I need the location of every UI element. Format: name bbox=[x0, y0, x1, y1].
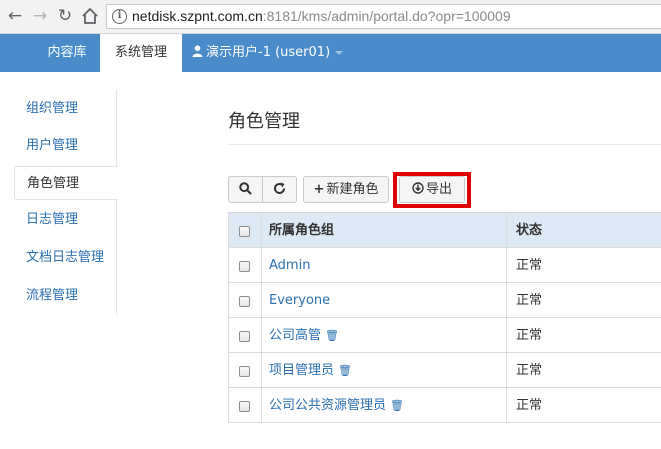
header-check-cell bbox=[228, 213, 262, 248]
row-check-cell bbox=[228, 248, 262, 283]
sidebar-item-roles[interactable]: 角色管理 bbox=[14, 166, 118, 200]
search-icon bbox=[239, 182, 252, 195]
url-text: netdisk.szpnt.com.cn:8181/kms/admin/port… bbox=[132, 8, 511, 24]
role-status: 正常 bbox=[516, 258, 543, 273]
row-checkbox[interactable] bbox=[239, 366, 250, 377]
trash-icon[interactable]: 🗑 bbox=[390, 388, 404, 423]
home-icon[interactable] bbox=[79, 5, 101, 27]
table-row: Everyone 正常 bbox=[228, 283, 661, 318]
user-name: 演示用户-1 (user01) bbox=[206, 45, 331, 60]
role-status: 正常 bbox=[516, 293, 543, 308]
export-highlight-box bbox=[393, 172, 471, 208]
refresh-icon bbox=[274, 182, 285, 194]
sidebar-item-org[interactable]: 组织管理 bbox=[14, 92, 118, 126]
table-header-row: 所属角色组 状态 bbox=[228, 213, 661, 248]
page-title: 角色管理 bbox=[228, 111, 300, 132]
header-role-group: 所属角色组 bbox=[262, 213, 507, 248]
divider bbox=[228, 144, 661, 145]
sidebar-item-logs[interactable]: 日志管理 bbox=[14, 203, 118, 237]
row-checkbox[interactable] bbox=[239, 331, 250, 342]
sidebar-item-doc-logs[interactable]: 文档日志管理 bbox=[14, 241, 118, 275]
role-status: 正常 bbox=[516, 398, 543, 413]
row-check-cell bbox=[228, 318, 262, 353]
refresh-button[interactable] bbox=[262, 176, 297, 203]
tab-content-library[interactable]: 内容库 bbox=[34, 34, 100, 72]
table-row: 项目管理员 🗑 正常 bbox=[228, 353, 661, 388]
table-row: 公司高管 🗑 正常 bbox=[228, 318, 661, 353]
top-navigation: 内容库 系统管理 演示用户-1 (user01) bbox=[0, 34, 661, 72]
info-icon[interactable]: i bbox=[112, 9, 127, 24]
back-icon[interactable]: ← bbox=[4, 5, 26, 27]
tab-system-management[interactable]: 系统管理 bbox=[100, 34, 182, 72]
row-check-cell bbox=[228, 388, 262, 423]
search-button[interactable] bbox=[228, 176, 263, 203]
row-checkbox[interactable] bbox=[239, 401, 250, 412]
trash-icon[interactable]: 🗑 bbox=[338, 353, 352, 388]
roles-table: 所属角色组 状态 Admin 正常 Everyone 正常 公司高管 🗑 正常 项… bbox=[228, 212, 661, 423]
forward-icon[interactable]: → bbox=[29, 5, 51, 27]
address-bar[interactable]: i netdisk.szpnt.com.cn:8181/kms/admin/po… bbox=[106, 4, 661, 29]
role-status: 正常 bbox=[516, 363, 543, 378]
table-row: Admin 正常 bbox=[228, 248, 661, 283]
user-icon bbox=[192, 45, 203, 57]
row-checkbox[interactable] bbox=[239, 296, 250, 307]
role-status: 正常 bbox=[516, 328, 543, 343]
new-role-button[interactable]: + 新建角色 bbox=[303, 176, 389, 203]
sidebar-item-users[interactable]: 用户管理 bbox=[14, 129, 118, 163]
row-checkbox[interactable] bbox=[239, 261, 250, 272]
role-name-link[interactable]: 项目管理员 🗑 bbox=[262, 353, 507, 388]
role-name-link[interactable]: Everyone bbox=[262, 283, 507, 318]
role-name-link[interactable]: 公司高管 🗑 bbox=[262, 318, 507, 353]
sidebar-item-workflow[interactable]: 流程管理 bbox=[14, 279, 118, 313]
user-menu[interactable]: 演示用户-1 (user01) bbox=[192, 34, 344, 72]
select-all-checkbox[interactable] bbox=[239, 226, 250, 237]
reload-icon[interactable]: ↻ bbox=[54, 5, 76, 27]
role-name-link[interactable]: Admin bbox=[262, 248, 507, 283]
row-check-cell bbox=[228, 353, 262, 388]
row-check-cell bbox=[228, 283, 262, 318]
browser-toolbar: ← → ↻ i netdisk.szpnt.com.cn:8181/kms/ad… bbox=[0, 0, 661, 34]
plus-icon: + bbox=[313, 182, 325, 197]
table-row: 公司公共资源管理员 🗑 正常 bbox=[228, 388, 661, 423]
role-name-link[interactable]: 公司公共资源管理员 🗑 bbox=[262, 388, 507, 423]
sidebar: 组织管理 用户管理 角色管理 日志管理 文档日志管理 流程管理 bbox=[14, 90, 118, 315]
trash-icon[interactable]: 🗑 bbox=[325, 318, 339, 353]
chevron-down-icon bbox=[335, 50, 344, 55]
header-status: 状态 bbox=[516, 223, 543, 238]
